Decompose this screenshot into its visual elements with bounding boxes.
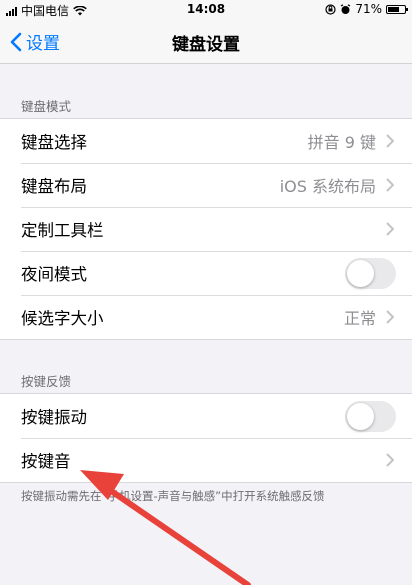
chevron-right-icon [386, 134, 394, 148]
row-label: 候选字大小 [21, 309, 104, 328]
key-feedback-group: 按键振动 按键音 [0, 393, 412, 483]
row-label: 按键振动 [21, 408, 87, 427]
orientation-lock-icon [325, 3, 336, 15]
status-bar: 中国电信 14:08 71% [0, 0, 412, 20]
row-value: 拼音 9 键 [307, 133, 376, 152]
row-key-vibration: 按键振动 [0, 394, 412, 438]
chevron-right-icon [386, 222, 394, 236]
battery-percent: 71% [355, 2, 382, 16]
alarm-icon [341, 3, 351, 14]
status-right: 71% [325, 2, 408, 16]
chevron-right-icon [386, 453, 394, 467]
row-value: 正常 [343, 309, 376, 328]
toggle-knob [347, 403, 374, 430]
row-custom-toolbar[interactable]: 定制工具栏 [0, 207, 412, 251]
row-keyboard-layout[interactable]: 键盘布局 iOS 系统布局 [0, 163, 412, 207]
row-candidate-size[interactable]: 候选字大小 正常 [0, 295, 412, 339]
row-night-mode: 夜间模式 [0, 251, 412, 295]
row-label: 夜间模式 [21, 265, 87, 284]
row-label: 按键音 [21, 452, 71, 471]
row-label: 键盘选择 [21, 133, 87, 152]
chevron-right-icon [386, 310, 394, 324]
row-value: iOS 系统布局 [279, 177, 376, 196]
night-mode-toggle[interactable] [345, 258, 396, 289]
section-header-keyboard-mode: 键盘模式 [21, 99, 72, 114]
row-keyboard-select[interactable]: 键盘选择 拼音 9 键 [0, 119, 412, 163]
chevron-right-icon [386, 178, 394, 192]
row-key-sound[interactable]: 按键音 [0, 438, 412, 482]
key-vibration-toggle[interactable] [345, 401, 396, 432]
toggle-knob [347, 260, 374, 287]
row-label: 定制工具栏 [21, 221, 104, 240]
battery-icon [386, 4, 408, 14]
page-title: 键盘设置 [172, 35, 240, 55]
row-label: 键盘布局 [21, 177, 87, 196]
section-header-key-feedback: 按键反馈 [21, 374, 72, 389]
keyboard-mode-group: 键盘选择 拼音 9 键 键盘布局 iOS 系统布局 定制工具栏 夜间模式 候选字… [0, 118, 412, 340]
footer-note: 按键振动需先在“手机设置-声音与触感”中打开系统触感反馈 [21, 489, 325, 503]
navigation-bar: 设置 键盘设置 [0, 20, 412, 64]
